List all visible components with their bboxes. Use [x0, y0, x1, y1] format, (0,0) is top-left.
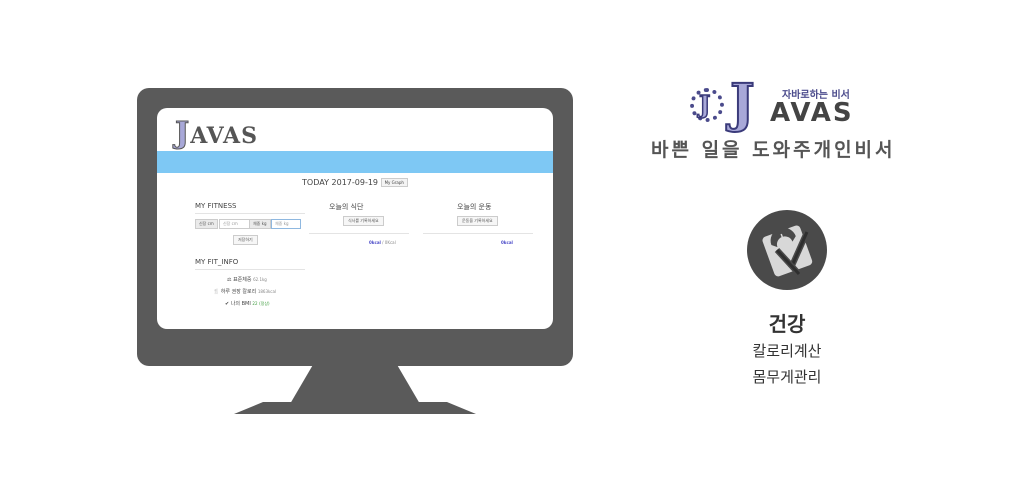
divider [423, 233, 533, 234]
daily-calorie-row: 🍴 하루 권장 칼로리 1863kcal [213, 288, 276, 295]
my-graph-button[interactable]: My Graph [380, 178, 408, 187]
divider [309, 233, 409, 234]
bmi-label: 나의 BMI [230, 301, 251, 307]
diet-kcal-value: 0kcal [369, 240, 381, 245]
diet-kcal-total: / 0Kcal [382, 240, 396, 245]
scale-fork-knife-icon [747, 210, 827, 290]
fitness-title: MY FITNESS [195, 202, 237, 210]
header-bar [157, 151, 553, 173]
record-meal-button[interactable]: 식사를 기록하세요 [343, 216, 384, 226]
feature-title: 건강 [768, 312, 806, 336]
monitor-neck [290, 364, 420, 404]
exercise-title: 오늘의 운동 [457, 203, 492, 211]
divider [195, 269, 305, 270]
today-label: TODAY 2017-09-19 [302, 178, 379, 187]
standard-weight-label: 표준체중 [233, 277, 252, 283]
feature-line-weight: 몸무게관리 [752, 368, 822, 386]
brand-j-small: J [698, 89, 711, 120]
feature-line-calorie: 칼로리계산 [752, 342, 822, 360]
monitor-base [234, 402, 476, 414]
standard-weight-row: ⚖ 표준체중 62.1kg [227, 276, 267, 283]
monitor-screen: JAVAS TODAY 2017-09-19 My Graph MY FITNE… [157, 108, 553, 329]
standard-weight-value: 62.1kg [253, 277, 267, 282]
fit-info-title: MY FIT_INFO [195, 258, 239, 266]
fork-knife-icon: 🍴 [213, 289, 220, 295]
app-logo-j: J [174, 116, 191, 152]
daily-calorie-value: 1863kcal [257, 289, 277, 294]
height-input[interactable]: 신장 cm [219, 219, 251, 229]
today-row: TODAY 2017-09-19 My Graph [157, 178, 553, 187]
check-icon: ✔ [225, 301, 230, 307]
diet-title: 오늘의 식단 [329, 203, 364, 211]
health-icon-graphic [762, 225, 813, 277]
app-logo[interactable]: JAVAS [174, 116, 258, 152]
brand-slogan: 바쁜 일을 도와주개인비서 [651, 139, 896, 161]
scale-icon: ⚖ [227, 277, 232, 283]
height-label: 신장 cm [195, 219, 218, 229]
bmi-row: ✔ 나의 BMI 22 (정상) [225, 300, 270, 307]
brand-j-big: J [729, 73, 756, 134]
weight-label: 체중 kg [249, 219, 271, 229]
brand-avas-text: AVAS [770, 98, 854, 128]
app-logo-text: AVAS [190, 123, 258, 149]
weight-input[interactable]: 체중 kg [271, 219, 301, 229]
save-button[interactable]: 저장하기 [233, 235, 258, 245]
bmi-value: 22 [252, 301, 258, 306]
exercise-kcal: 0kcal [501, 240, 513, 245]
record-exercise-button[interactable]: 운동을 기록하세요 [457, 216, 498, 226]
divider [195, 213, 305, 214]
diet-kcal: 0kcal / 0Kcal [369, 240, 396, 245]
daily-calorie-label: 하루 권장 칼로리 [220, 289, 257, 295]
bmi-status: (정상) [259, 301, 270, 306]
